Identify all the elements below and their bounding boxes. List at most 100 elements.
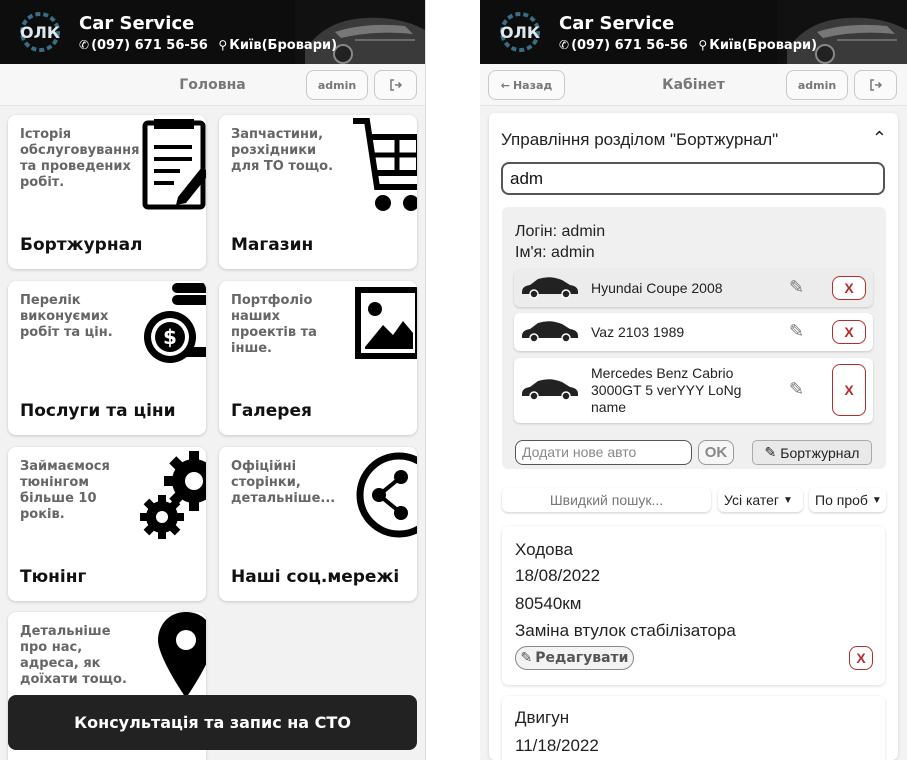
pencil-icon[interactable]: ✎: [789, 379, 804, 400]
car-icon: [522, 321, 578, 343]
entry-category: Двигун: [515, 708, 570, 727]
logbook-entry: Двигун 11/18/2022: [502, 696, 885, 760]
car-icon: [522, 277, 578, 299]
svg-text:$: $: [163, 325, 177, 349]
entry-date: 11/18/2022: [515, 736, 599, 755]
chevron-down-icon: ▼: [871, 494, 882, 506]
tile-tuning[interactable]: Займаємося тюнінгом більше 10 років. Тюн…: [8, 447, 206, 601]
tile-title: Наші соц.мережі: [231, 567, 400, 587]
tile-services[interactable]: Перелік виконуємих робіт та цін. Послуги…: [8, 281, 206, 435]
cabinet-screen: ОЛК Car Service ✆ (097) 671 56-56 ⚲ Київ(Б…: [480, 0, 907, 760]
chevron-down-icon: ▼: [783, 494, 793, 506]
delete-entry-button[interactable]: X: [849, 646, 873, 670]
user-info: Логін: admin Ім'я: admin: [515, 221, 605, 263]
edit-entry-label: Редагувати: [535, 650, 629, 666]
delete-car-button[interactable]: X: [832, 320, 866, 344]
logbook-entry: Ходова 18/08/2022 80540км Заміна втулок …: [502, 526, 885, 685]
tile-logbook[interactable]: Історія обслуговування та проведених роб…: [8, 115, 206, 269]
tile-title: Послуги та ціни: [20, 401, 176, 421]
tile-title: Бортжурнал: [20, 235, 143, 255]
top-navbar: ← Назад Кабінет admin: [480, 64, 907, 106]
quick-search-input[interactable]: Швидкий пошук...: [502, 488, 711, 512]
car-row[interactable]: Mercedes Benz Cabrio 3000GT 5 verYYY LoN…: [514, 358, 873, 423]
logo-text: ОЛК: [20, 23, 60, 42]
tile-shop[interactable]: Запчастини, розхідники для ТО тощо. Мага…: [219, 115, 417, 269]
tile-description: Детальніше про нас, адреса, як доїхати т…: [20, 624, 127, 687]
open-logbook-button[interactable]: ✎ Бортжурнал: [752, 440, 872, 465]
pencil-icon[interactable]: ✎: [789, 277, 804, 298]
pencil-icon[interactable]: ✎: [789, 321, 804, 342]
phone-number[interactable]: (097) 671 56-56: [91, 38, 208, 53]
tile-description: Офіційні сторінки, детальніше...: [231, 459, 336, 506]
add-car-ok-button[interactable]: OK: [698, 440, 734, 465]
logout-button[interactable]: [374, 70, 417, 100]
brand-name: Car Service: [79, 13, 195, 34]
car-icon: [522, 379, 578, 401]
entry-mileage: 80540км: [515, 594, 582, 613]
map-pin-icon: ⚲: [218, 38, 228, 52]
cart-icon: [353, 118, 417, 211]
tile-description: Історія обслуговування та проведених роб…: [20, 127, 140, 190]
header-contacts: ✆ (097) 671 56-56 ⚲ Київ(Бровари): [79, 38, 337, 53]
phone-number[interactable]: (097) 671 56-56: [571, 38, 688, 53]
pencil-icon: ✎: [520, 650, 533, 666]
car-row[interactable]: Vaz 2103 1989 ✎ X: [514, 313, 873, 351]
app-header: ОЛК Car Service ✆ (097) 671 56-56 ⚲ Київ(Б…: [0, 0, 425, 64]
user-name: Ім'я: admin: [515, 244, 595, 261]
home-screen: ОЛК Car Service ✆ (097) 671 56-56 ⚲ Київ(Б…: [0, 0, 426, 760]
sort-select-value: По проб: [815, 492, 868, 508]
delete-car-button[interactable]: X: [832, 276, 866, 300]
edit-entry-button[interactable]: ✎ Редагувати: [515, 646, 634, 670]
add-car-input[interactable]: Додати нове авто: [515, 440, 692, 465]
top-navbar: Головна admin: [0, 64, 425, 106]
consultation-button[interactable]: Консультація та запис на СТО: [8, 695, 417, 750]
tile-title: Галерея: [231, 401, 312, 421]
tile-title: Тюнінг: [20, 567, 87, 587]
section-title: Управління розділом "Бортжурнал": [501, 130, 779, 149]
user-button[interactable]: admin: [306, 70, 368, 100]
brand-name: Car Service: [559, 13, 675, 34]
logo-text: ОЛК: [500, 23, 540, 42]
location-pin-icon: [158, 612, 206, 698]
user-button[interactable]: admin: [786, 70, 848, 100]
car-name: Hyundai Coupe 2008: [591, 280, 723, 296]
journal-icon: [142, 119, 206, 210]
user-card: Логін: admin Ім'я: admin Hyundai Coupe 2…: [502, 207, 886, 469]
tile-description: Портфоліо наших проектів та інше.: [231, 293, 317, 356]
category-select-value: Усі катег: [724, 492, 780, 508]
tile-description: Займаємося тюнінгом більше 10 років.: [20, 459, 110, 522]
edit-square-icon: ✎: [764, 444, 777, 460]
delete-car-button[interactable]: X: [832, 364, 866, 416]
tile-title: Магазин: [231, 235, 314, 255]
gears-icon: [140, 451, 206, 539]
tile-social[interactable]: Офіційні сторінки, детальніше... Наші со…: [219, 447, 417, 601]
phone-icon: ✆: [79, 38, 90, 52]
phone-icon: ✆: [559, 38, 570, 52]
logout-icon: [869, 79, 882, 91]
category-select[interactable]: Усі катег ▼: [718, 488, 803, 512]
car-name: Vaz 2103 1989: [591, 324, 685, 340]
logo-icon[interactable]: ОЛК: [12, 10, 68, 54]
car-row[interactable]: Hyundai Coupe 2008 ✎ X: [514, 269, 873, 307]
location-text[interactable]: Київ(Бровари): [709, 38, 817, 53]
header-contacts: ✆ (097) 671 56-56 ⚲ Київ(Бровари): [559, 38, 817, 53]
entry-work: Заміна втулок стабілізатора: [515, 621, 736, 640]
location-text[interactable]: Київ(Бровари): [229, 38, 337, 53]
gallery-icon: [355, 287, 417, 359]
user-search-input[interactable]: adm: [501, 162, 885, 195]
entry-category: Ходова: [515, 540, 573, 559]
tile-gallery[interactable]: Портфоліо наших проектів та інше. Галере…: [219, 281, 417, 435]
logout-icon: [389, 79, 402, 91]
header-car-image: [777, 0, 907, 64]
user-login: Логін: admin: [515, 223, 606, 240]
header-car-image: [295, 0, 425, 64]
chevron-up-icon[interactable]: ⌃: [872, 128, 887, 149]
logo-icon[interactable]: ОЛК: [492, 10, 548, 54]
tile-description: Запчастини, розхідники для ТО тощо.: [231, 127, 334, 174]
coins-icon: $: [144, 283, 206, 363]
map-pin-icon: ⚲: [698, 38, 708, 52]
car-name: Mercedes Benz Cabrio 3000GT 5 verYYY LoN…: [591, 365, 742, 415]
sort-select[interactable]: По проб ▼: [809, 488, 886, 512]
logbook-button-label: Бортжурнал: [780, 444, 860, 461]
logout-button[interactable]: [854, 70, 897, 100]
